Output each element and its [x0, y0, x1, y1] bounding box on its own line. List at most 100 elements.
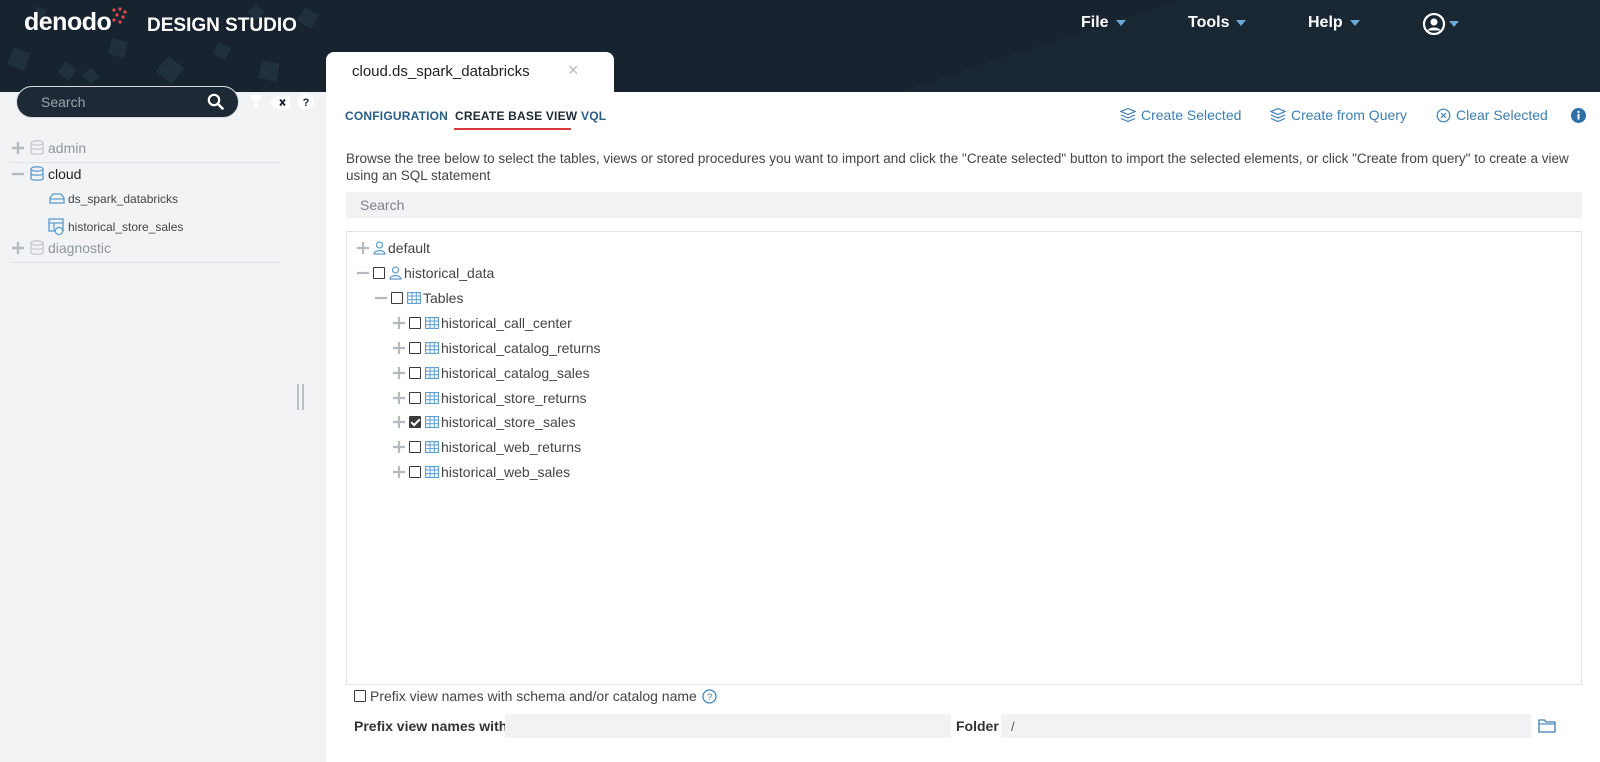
sidebar-item-admin[interactable]: admin: [10, 140, 86, 156]
expand-plus-icon[interactable]: [391, 439, 407, 455]
sidebar-search[interactable]: [16, 86, 239, 118]
tree-divider: [10, 262, 280, 263]
checkbox[interactable]: [409, 317, 421, 329]
import-tree: default historical_data Tables historica…: [346, 231, 1582, 685]
checkbox[interactable]: [373, 267, 385, 279]
table-icon: [407, 292, 421, 304]
expand-plus-icon[interactable]: [391, 414, 407, 430]
tree-search-input[interactable]: [346, 192, 1582, 218]
layers-icon: [1270, 107, 1286, 123]
user-menu[interactable]: [1422, 12, 1459, 36]
help-icon[interactable]: ?: [298, 94, 314, 110]
tree-node-tables[interactable]: Tables: [373, 288, 463, 308]
menu-tools[interactable]: Tools: [1188, 14, 1247, 32]
caret-down-icon: [1236, 20, 1247, 26]
menu-file[interactable]: File: [1081, 14, 1126, 32]
checkbox-checked[interactable]: [409, 416, 421, 428]
table-icon: [425, 367, 439, 379]
database-icon: [30, 240, 44, 255]
app-header: denodo DESIGN STUDIO File Tools Help: [0, 0, 1600, 92]
clear-filter-icon[interactable]: [270, 96, 290, 109]
tree-node-label: Tables: [423, 290, 464, 306]
filter-icon[interactable]: [248, 94, 264, 110]
expand-plus-icon[interactable]: [391, 340, 407, 356]
svg-text:?: ?: [303, 97, 310, 109]
tab-create-base-view[interactable]: CREATE BASE VIEW: [455, 109, 577, 123]
tree-node-label: historical_data: [404, 265, 495, 281]
folder-icon[interactable]: [1538, 718, 1556, 733]
clear-selected-button[interactable]: Clear Selected: [1436, 107, 1548, 123]
menu-file-label: File: [1081, 14, 1109, 31]
tree-node-table[interactable]: historical_web_sales: [391, 462, 570, 482]
svg-text:?: ?: [707, 692, 712, 703]
sidebar-item-historical-store-sales[interactable]: historical_store_sales: [48, 218, 183, 236]
tree-node-historical-data[interactable]: historical_data: [355, 263, 494, 283]
tree-node-label: historical_call_center: [441, 315, 572, 331]
schema-user-icon: [389, 266, 402, 280]
expand-plus-icon[interactable]: [10, 240, 26, 256]
panel-resize-handle[interactable]: [297, 384, 304, 410]
table-icon: [425, 416, 439, 428]
sidebar-item-label: diagnostic: [48, 240, 112, 256]
table-icon: [425, 317, 439, 329]
tree-node-default[interactable]: default: [355, 238, 430, 258]
search-icon[interactable]: [207, 93, 224, 115]
caret-down-icon: [1115, 20, 1126, 26]
checkbox[interactable]: [409, 441, 421, 453]
checkbox[interactable]: [409, 466, 421, 478]
tree-node-label: default: [388, 240, 431, 256]
schema-user-icon: [373, 241, 386, 255]
tree-node-label: historical_catalog_returns: [441, 340, 601, 356]
user-circle-icon: [1422, 12, 1446, 36]
close-icon[interactable]: ×: [568, 60, 579, 81]
prefix-input[interactable]: [505, 714, 951, 738]
tab-label: cloud.ds_spark_databricks: [352, 63, 530, 80]
checkbox[interactable]: [391, 292, 403, 304]
create-selected-label: Create Selected: [1141, 107, 1242, 123]
create-selected-button[interactable]: Create Selected: [1120, 107, 1241, 123]
editor-tab[interactable]: cloud.ds_spark_databricks ×: [326, 52, 614, 94]
checkbox[interactable]: [409, 392, 421, 404]
expand-plus-icon[interactable]: [355, 240, 371, 256]
table-icon: [425, 466, 439, 478]
collapse-minus-icon[interactable]: [355, 265, 371, 281]
tree-node-label: historical_web_returns: [441, 439, 582, 455]
create-from-query-button[interactable]: Create from Query: [1270, 107, 1407, 123]
prefix-schema-label: Prefix view names with schema and/or cat…: [370, 688, 697, 704]
base-view-icon: [48, 218, 64, 236]
info-icon[interactable]: [1571, 108, 1586, 123]
sidebar-item-label: historical_store_sales: [68, 220, 184, 234]
sidebar-search-input[interactable]: [39, 92, 199, 112]
tree-node-table[interactable]: historical_web_returns: [391, 437, 581, 457]
menu-tools-label: Tools: [1188, 14, 1230, 31]
collapse-minus-icon[interactable]: [10, 166, 26, 182]
tab-configuration[interactable]: CONFIGURATION: [345, 109, 448, 123]
prefix-schema-option[interactable]: Prefix view names with schema and/or cat…: [354, 688, 717, 704]
menu-help-label: Help: [1308, 14, 1343, 31]
tree-node-table[interactable]: historical_call_center: [391, 313, 572, 333]
checkbox[interactable]: [409, 367, 421, 379]
active-tab-indicator: [454, 128, 571, 130]
tree-node-table[interactable]: historical_catalog_returns: [391, 338, 601, 358]
tree-node-table[interactable]: historical_catalog_sales: [391, 363, 590, 383]
header-background-pattern: [7, 0, 1600, 92]
checkbox[interactable]: [409, 342, 421, 354]
tree-node-table[interactable]: historical_store_returns: [391, 388, 587, 408]
expand-plus-icon[interactable]: [391, 464, 407, 480]
folder-input[interactable]: [1001, 714, 1531, 738]
tab-vql[interactable]: VQL: [581, 109, 606, 123]
expand-plus-icon[interactable]: [391, 365, 407, 381]
sidebar-item-cloud[interactable]: cloud: [10, 166, 81, 182]
collapse-minus-icon[interactable]: [373, 290, 389, 306]
sidebar-item-ds-spark-databricks[interactable]: ds_spark_databricks: [48, 192, 178, 206]
prefix-schema-checkbox[interactable]: [354, 690, 366, 702]
help-circle-icon[interactable]: ?: [702, 688, 717, 704]
expand-plus-icon[interactable]: [391, 315, 407, 331]
expand-plus-icon[interactable]: [10, 140, 26, 156]
tree-node-table[interactable]: historical_store_sales: [391, 412, 576, 432]
tree-node-label: historical_catalog_sales: [441, 365, 590, 381]
menu-help[interactable]: Help: [1308, 14, 1360, 32]
expand-plus-icon[interactable]: [391, 390, 407, 406]
caret-down-icon: [1449, 21, 1459, 27]
sidebar-item-diagnostic[interactable]: diagnostic: [10, 240, 111, 256]
